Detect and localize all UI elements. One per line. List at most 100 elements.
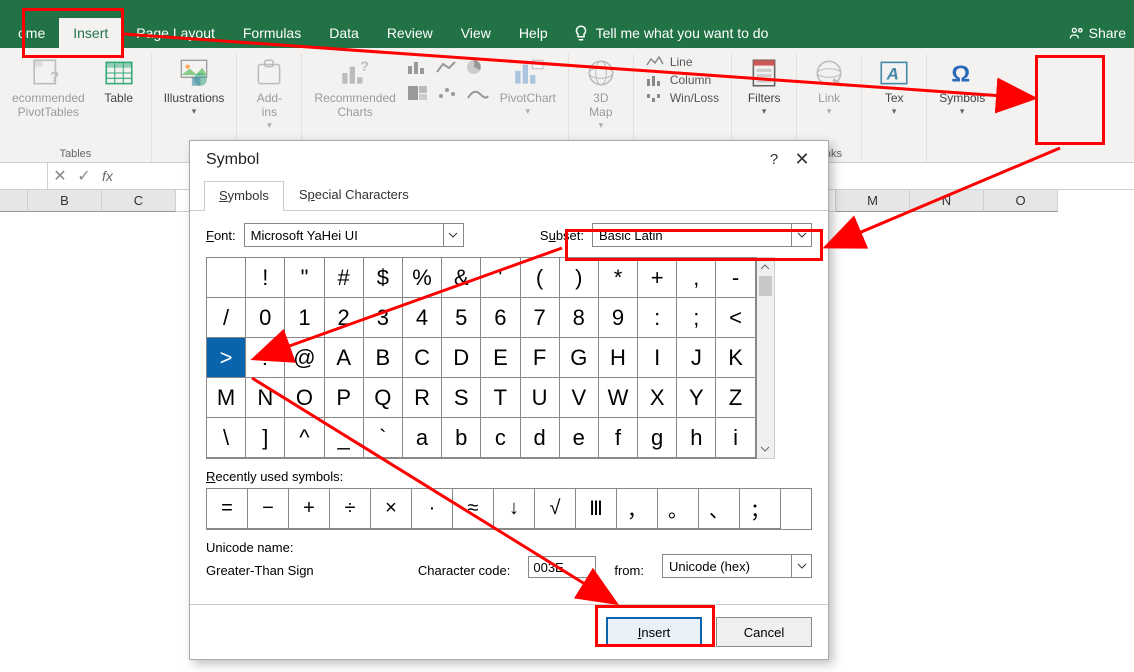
fbar-enter-icon[interactable]: ✓ [72,166,96,186]
recent-char-cell[interactable]: 、 [699,489,740,529]
addins-button[interactable]: Add- ins ▾ [245,54,293,133]
char-cell[interactable]: h [677,418,716,458]
char-cell[interactable]: / [207,298,246,338]
recent-char-cell[interactable]: ↓ [494,489,535,529]
char-cell[interactable]: 7 [521,298,560,338]
char-cell[interactable]: 6 [481,298,520,338]
char-cell[interactable]: ] [246,418,285,458]
char-cell[interactable]: V [560,378,599,418]
col-header[interactable]: O [984,190,1058,212]
recent-char-cell[interactable]: − [248,489,289,529]
recent-char-cell[interactable]: √ [535,489,576,529]
char-cell[interactable]: N [246,378,285,418]
3dmap-button[interactable]: 3D Map ▾ [577,54,625,133]
sparkline-column-button[interactable]: Column [642,72,723,88]
char-cell[interactable]: ` [364,418,403,458]
char-cell[interactable]: S [442,378,481,418]
char-cell[interactable]: ! [246,258,285,298]
chevron-down-icon[interactable] [791,555,811,577]
tab-view[interactable]: View [447,18,505,48]
char-cell[interactable]: O [285,378,324,418]
char-cell[interactable]: f [599,418,638,458]
char-cell[interactable]: @ [285,338,324,378]
char-cell[interactable]: D [442,338,481,378]
fbar-cancel-icon[interactable]: ✕ [48,166,72,186]
tab-symbols[interactable]: Symbols [204,181,284,211]
char-cell[interactable]: Q [364,378,403,418]
char-cell[interactable]: ( [521,258,560,298]
char-cell[interactable]: _ [325,418,364,458]
char-cell[interactable]: d [521,418,560,458]
char-cell[interactable]: G [560,338,599,378]
text-button[interactable]: A Tex ▾ [870,54,918,119]
char-cell[interactable]: + [638,258,677,298]
fx-icon[interactable]: fx [96,168,119,184]
recent-char-cell[interactable]: = [207,489,248,529]
char-cell[interactable]: E [481,338,520,378]
font-combo[interactable] [244,223,464,247]
subset-combo[interactable] [592,223,812,247]
sparkline-winloss-button[interactable]: Win/Loss [642,90,723,106]
char-cell[interactable]: $ [364,258,403,298]
scroll-down-icon[interactable] [757,440,774,458]
char-cell[interactable]: 5 [442,298,481,338]
char-cell[interactable]: T [481,378,520,418]
illustrations-button[interactable]: Illustrations ▾ [160,54,229,119]
char-cell[interactable]: & [442,258,481,298]
sparkline-line-button[interactable]: Line [642,54,723,70]
char-cell[interactable]: X [638,378,677,418]
chart-bar-icon[interactable] [406,58,432,81]
char-cell[interactable]: A [325,338,364,378]
font-input[interactable] [245,224,443,246]
char-cell[interactable]: < [716,298,755,338]
char-cell[interactable]: ) [560,258,599,298]
recent-char-cell[interactable]: ； [740,489,781,529]
recommended-pivottables-button[interactable]: ? ecommended PivotTables [8,54,89,122]
help-button[interactable]: ? [760,151,788,168]
col-header[interactable]: C [102,190,176,212]
chart-scatter-icon[interactable] [435,84,461,107]
recommended-charts-button[interactable]: ? Recommended Charts [310,54,399,122]
recent-char-cell[interactable]: ÷ [330,489,371,529]
char-cell[interactable]: * [599,258,638,298]
char-cell[interactable]: B [364,338,403,378]
char-cell[interactable]: ? [246,338,285,378]
table-button[interactable]: Table [95,54,143,108]
chevron-down-icon[interactable] [791,224,811,246]
char-cell[interactable]: Y [677,378,716,418]
char-cell[interactable]: a [403,418,442,458]
select-all-cell[interactable] [0,190,28,212]
char-cell[interactable]: R [403,378,442,418]
char-cell[interactable]: P [325,378,364,418]
chart-pie-icon[interactable] [464,58,490,81]
col-header[interactable]: B [28,190,102,212]
char-cell[interactable]: 9 [599,298,638,338]
tab-help[interactable]: Help [505,18,562,48]
char-cell[interactable]: b [442,418,481,458]
char-cell[interactable]: 8 [560,298,599,338]
char-cell[interactable]: K [716,338,755,378]
char-cell[interactable]: 2 [325,298,364,338]
recent-char-cell[interactable]: · [412,489,453,529]
recent-char-cell[interactable]: ≈ [453,489,494,529]
cancel-button[interactable]: Cancel [716,617,812,647]
charcode-input[interactable] [528,556,596,578]
name-box[interactable] [0,163,48,189]
char-cell[interactable]: F [521,338,560,378]
char-cell[interactable]: ^ [285,418,324,458]
recent-char-cell[interactable]: Ⅲ [576,489,617,529]
tab-data[interactable]: Data [315,18,373,48]
tab-page-layout[interactable]: Page Layout [122,18,229,48]
char-cell[interactable]: 1 [285,298,324,338]
tab-home[interactable]: ome [4,18,59,48]
scroll-thumb[interactable] [759,276,772,296]
recent-char-cell[interactable]: + [289,489,330,529]
tab-special-characters[interactable]: Special Characters [284,180,424,210]
tab-review[interactable]: Review [373,18,447,48]
col-header[interactable]: N [910,190,984,212]
link-button[interactable]: Link ▾ [805,54,853,119]
pivotchart-button[interactable]: PivotChart ▾ [496,54,560,119]
char-cell[interactable]: " [285,258,324,298]
from-input[interactable] [663,555,791,577]
recent-char-cell[interactable]: ， [617,489,658,529]
